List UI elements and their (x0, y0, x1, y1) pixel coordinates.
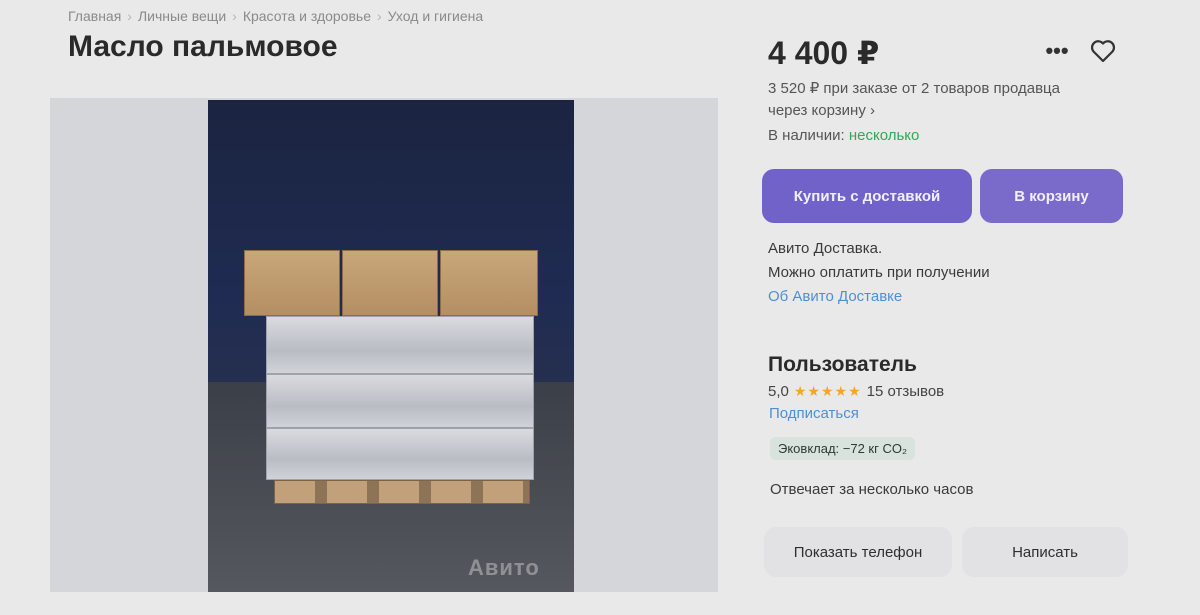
eco-badge: Эковклад: −72 кг CO₂ (770, 437, 916, 460)
add-to-cart-button[interactable]: В корзину (980, 169, 1123, 223)
breadcrumb-item-hygiene[interactable]: Уход и гигиена (388, 8, 484, 24)
buy-with-delivery-button[interactable]: Купить с доставкой (762, 169, 972, 223)
rating-value: 5,0 (768, 383, 789, 400)
breadcrumb-item-home[interactable]: Главная (68, 8, 121, 24)
photo-wrapped-layer (266, 316, 534, 374)
more-icon[interactable]: ••• (1042, 36, 1072, 66)
reviews-link[interactable]: 15 отзывов (867, 383, 945, 400)
photo-box (244, 250, 340, 316)
heart-icon[interactable] (1088, 36, 1118, 66)
discount-line: 3 520 ₽ при заказе от 2 товаров продавца (768, 80, 1060, 97)
discount-info: 3 520 ₽ при заказе от 2 товаров продавца… (768, 78, 1128, 122)
photo-box (342, 250, 438, 316)
price: 4 400 ₽ (768, 35, 880, 71)
page-title: Масло пальмовое (68, 30, 338, 63)
photo-wrapped-layer (266, 374, 534, 428)
stock-value: несколько (848, 127, 920, 144)
write-message-button[interactable]: Написать (962, 527, 1128, 577)
response-time: Отвечает за несколько часов (770, 481, 974, 498)
breadcrumb-separator: › (127, 8, 132, 24)
photo-watermark: Авито (468, 555, 540, 580)
photo-pallet (274, 480, 530, 504)
breadcrumb-item-personal[interactable]: Личные вещи (138, 8, 226, 24)
show-phone-button[interactable]: Показать телефон (764, 527, 952, 577)
star-icon: ★★★★★ (793, 383, 862, 399)
delivery-info: Авито Доставка. Можно оплатить при получ… (768, 237, 990, 309)
breadcrumb-item-beauty[interactable]: Красота и здоровье (243, 8, 371, 24)
photo-box (440, 250, 538, 316)
discount-cart-link[interactable]: через корзину › (768, 100, 1128, 122)
delivery-line-2: Можно оплатить при получении (768, 264, 990, 281)
subscribe-link[interactable]: Подписаться (769, 405, 859, 422)
photo-wrapped-layer (266, 428, 534, 480)
breadcrumb: Главная › Личные вещи › Красота и здоров… (68, 8, 483, 24)
stock-label: В наличии: (768, 127, 845, 144)
breadcrumb-separator: › (377, 8, 382, 24)
delivery-about-link[interactable]: Об Авито Доставке (768, 285, 990, 309)
seller-rating: 5,0 ★★★★★ 15 отзывов (768, 383, 944, 400)
stock-status: В наличии: несколько (768, 127, 919, 144)
breadcrumb-separator: › (232, 8, 237, 24)
product-photo[interactable]: Авито (208, 100, 574, 592)
product-gallery[interactable]: Авито (50, 98, 718, 592)
delivery-line-1: Авито Доставка. (768, 240, 883, 257)
seller-name[interactable]: Пользователь (768, 353, 917, 377)
